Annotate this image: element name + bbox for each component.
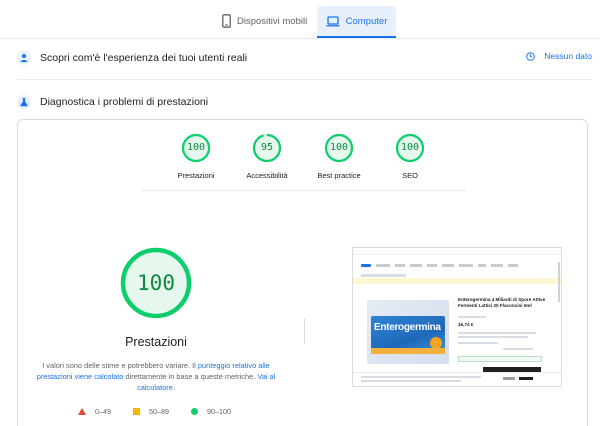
gauge-ring: 100: [181, 133, 211, 163]
gauge-seo[interactable]: 100 SEO: [365, 133, 455, 180]
thumb-cookie-bar: [353, 372, 561, 386]
gauge-ring: 100: [324, 133, 354, 163]
users-icon: [17, 51, 31, 65]
thumb-brand: Enterogermina: [374, 322, 441, 333]
gauge-ring: 95: [252, 133, 282, 163]
triangle-icon: [78, 408, 86, 415]
gauge-value: 95: [260, 142, 274, 153]
score-gauges: 100 Prestazioni 95 Accessibilità 100 Bes…: [18, 133, 587, 193]
smartphone-icon: [222, 14, 231, 28]
device-tabs: Dispositivi mobili Computer: [0, 6, 600, 38]
legend-pass: 90–100: [191, 407, 231, 416]
laptop-icon: [326, 15, 340, 27]
thumb-scrollbar: [558, 262, 560, 302]
lab-data-section: Diagnostica i problemi di prestazioni: [17, 93, 208, 111]
tab-mobile-label: Dispositivi mobili: [237, 15, 308, 27]
main-score-description: I valori sono delle stime e potrebbero v…: [31, 360, 281, 393]
thumb-logo: [361, 263, 371, 267]
tab-mobile[interactable]: Dispositivi mobili: [218, 6, 314, 36]
main-score-value: 100: [137, 271, 175, 295]
tab-desktop[interactable]: Computer: [317, 6, 396, 38]
thumb-product-image: Enterogermina: [367, 300, 449, 364]
gauge-ring: 100: [395, 133, 425, 163]
thumb-product-box: Enterogermina: [371, 316, 445, 354]
gauge-label: SEO: [402, 171, 418, 180]
legend-fail-range: 0–49: [95, 407, 111, 416]
gauge-value: 100: [329, 142, 349, 153]
lab-data-title: Diagnostica i problemi di prestazioni: [40, 96, 209, 108]
legend-average: 50–89: [133, 407, 169, 416]
page-screenshot-thumbnail[interactable]: Enterogermina Enterogermina 4 Miliardi d…: [352, 247, 562, 387]
tab-desktop-label: Computer: [345, 15, 388, 27]
main-score-gauge: 100: [119, 246, 193, 320]
circle-icon: [191, 408, 198, 415]
no-data-status[interactable]: Nessun dato: [526, 51, 592, 61]
thumb-topbar: [353, 248, 561, 255]
desc-text: direttamente in base a queste metriche.: [123, 372, 258, 381]
thumb-product-title: Enterogermina 4 Miliardi di Spore Attive…: [458, 297, 546, 308]
vertical-separator: [304, 318, 305, 344]
field-data-section: Scopri com'è l'esperienza dei tuoi utent…: [17, 49, 592, 67]
report-card: 100 Prestazioni 95 Accessibilità 100 Bes…: [17, 119, 588, 426]
card-divider: [141, 190, 466, 191]
tabs-divider: [0, 38, 600, 39]
thumb-price: 16,74 €: [458, 322, 474, 327]
gauge-value: 100: [400, 142, 420, 153]
square-icon: [133, 408, 140, 415]
field-data-title: Scopri com'è l'esperienza dei tuoi utent…: [40, 52, 248, 64]
thumb-strip: [371, 348, 445, 354]
desc-text: I valori sono delle stime e potrebbero v…: [42, 361, 198, 370]
thumb-availability: [458, 356, 542, 362]
score-legend: 0–49 50–89 90–100: [78, 407, 253, 416]
no-data-label: Nessun dato: [544, 51, 592, 61]
thumb-nav: [361, 260, 557, 270]
thumb-breadcrumb: [361, 274, 406, 277]
gauge-value: 100: [186, 142, 206, 153]
section-divider: [17, 79, 592, 80]
legend-fail: 0–49: [78, 407, 111, 416]
clock-icon: [526, 51, 536, 61]
lab-flask-icon: [17, 95, 31, 109]
main-score-title: Prestazioni: [125, 335, 187, 349]
thumb-banner: [353, 278, 561, 284]
legend-average-range: 50–89: [149, 407, 169, 416]
legend-pass-range: 90–100: [207, 407, 231, 416]
